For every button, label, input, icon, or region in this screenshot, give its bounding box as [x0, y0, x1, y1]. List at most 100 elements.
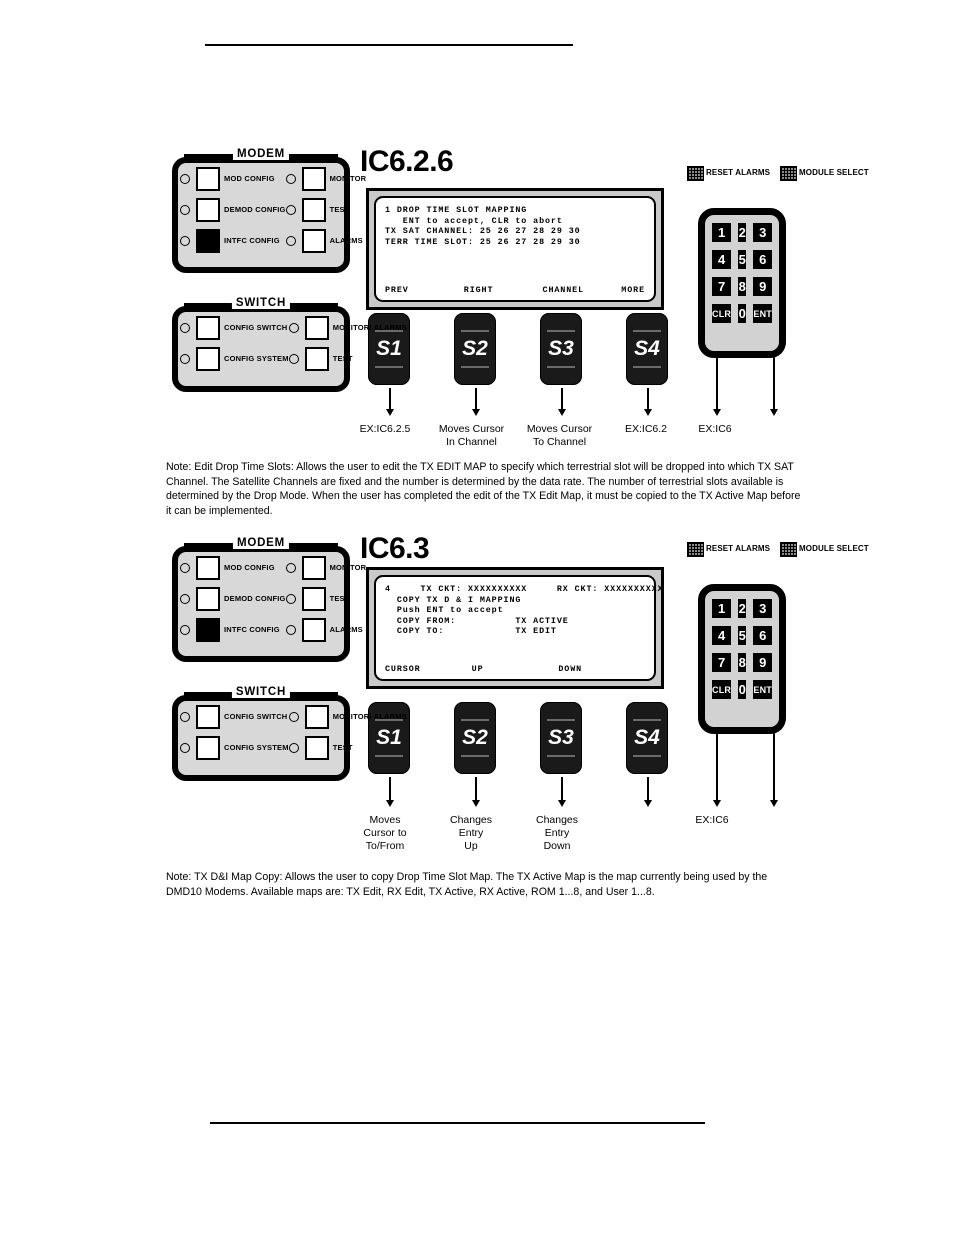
reset-alarms-key[interactable]: RESET ALARMS: [687, 542, 770, 557]
soft-button-s2[interactable]: S2: [454, 702, 496, 774]
led-indicator: [180, 594, 190, 604]
keycap-icon: [687, 542, 704, 557]
panel-button-test[interactable]: [304, 736, 329, 760]
key-4[interactable]: 4: [712, 250, 732, 269]
key-0[interactable]: 0: [738, 680, 747, 699]
led-indicator: [285, 625, 296, 635]
panel-button-config-switch[interactable]: [196, 705, 220, 729]
panel-title: MODEM: [232, 537, 290, 549]
key-6[interactable]: 6: [753, 250, 772, 269]
panel-row[interactable]: DEMOD CONFIG: [180, 587, 286, 611]
panel-row[interactable]: MOD CONFIG: [180, 556, 286, 580]
key-2[interactable]: 2: [738, 599, 747, 618]
panel-button-test[interactable]: [304, 347, 329, 371]
panel-title-bar-right: [288, 692, 338, 699]
key-1[interactable]: 1: [712, 599, 732, 618]
led-indicator: [285, 563, 296, 573]
panel-button-monitor-alarms[interactable]: [304, 316, 329, 340]
panel-title-bar-left: [184, 543, 234, 550]
key-7[interactable]: 7: [712, 277, 732, 296]
panel-button-config-switch[interactable]: [196, 316, 220, 340]
key-5[interactable]: 5: [738, 250, 747, 269]
panel-button-label: DEMOD CONFIG: [224, 594, 286, 604]
panel-row[interactable]: CONFIG SYSTEM: [180, 347, 289, 371]
panel-row[interactable]: MONITOR: [285, 556, 367, 580]
soft-button-label: S2: [462, 726, 488, 749]
reset-alarms-label: RESET ALARMS: [706, 544, 771, 554]
key-clear[interactable]: CLR: [712, 304, 732, 323]
key-enter[interactable]: ENT: [753, 304, 772, 323]
panel-button-intfc-config[interactable]: [196, 618, 220, 642]
module-select-key[interactable]: MODULE SELECT: [780, 166, 869, 181]
key-8[interactable]: 8: [738, 277, 747, 296]
panel-row[interactable]: INTFC CONFIG: [180, 229, 286, 253]
panel-button-rows: MOD CONFIG DEMOD CONFIG INTFC CONFIG MON…: [180, 556, 366, 650]
panel-button-demod-config[interactable]: [196, 198, 220, 222]
led-indicator: [288, 354, 299, 364]
panel-button-label: CONFIG SYSTEM: [224, 354, 289, 364]
panel-button-test[interactable]: [301, 587, 326, 611]
led-indicator: [288, 323, 299, 333]
key-7[interactable]: 7: [712, 653, 732, 672]
panel-button-alarms[interactable]: [301, 229, 326, 253]
top-keys-row: RESET ALARMS MODULE SELECT: [687, 166, 869, 181]
module-select-key[interactable]: MODULE SELECT: [780, 542, 869, 557]
key-5[interactable]: 5: [738, 626, 747, 645]
key-2[interactable]: 2: [738, 223, 747, 242]
panel-row[interactable]: CONFIG SWITCH: [180, 705, 289, 729]
panel-row[interactable]: ALARMS: [285, 618, 367, 642]
panel-row[interactable]: DEMOD CONFIG: [180, 198, 286, 222]
panel-row[interactable]: CONFIG SYSTEM: [180, 736, 289, 760]
panel-row[interactable]: CONFIG SWITCH: [180, 316, 289, 340]
led-indicator: [180, 174, 190, 184]
panel-button-label: INTFC CONFIG: [224, 625, 280, 635]
lcd-softkey-label: MORE: [621, 285, 646, 295]
panel-row[interactable]: MONITOR: [285, 167, 367, 191]
panel-column-right: MONITOR TEST ALARMS: [285, 167, 367, 261]
key-8[interactable]: 8: [738, 653, 747, 672]
soft-button-s3[interactable]: S3: [540, 313, 582, 385]
panel-button-demod-config[interactable]: [196, 587, 220, 611]
panel-button-label: MONITOR: [329, 563, 367, 573]
panel-row[interactable]: MONITOR/ ALARMS: [288, 705, 407, 729]
panel-button-config-system[interactable]: [196, 736, 220, 760]
callout-s3: Moves Cursor To Channel: [526, 423, 593, 448]
soft-button-s4[interactable]: S4: [626, 313, 668, 385]
panel-row[interactable]: ALARMS: [285, 229, 367, 253]
panel-button-label: MOD CONFIG: [224, 563, 275, 573]
panel-button-mod-config[interactable]: [196, 556, 220, 580]
panel-button-intfc-config[interactable]: [196, 229, 220, 253]
key-9[interactable]: 9: [753, 653, 772, 672]
panel-button-mod-config[interactable]: [196, 167, 220, 191]
soft-button-s2[interactable]: S2: [454, 313, 496, 385]
callout-s3: Changes Entry Down: [535, 814, 579, 852]
panel-row[interactable]: TEST: [285, 198, 367, 222]
reset-alarms-key[interactable]: RESET ALARMS: [687, 166, 770, 181]
soft-button-label: S1: [376, 337, 402, 360]
panel-row[interactable]: TEST: [285, 587, 367, 611]
panel-button-monitor[interactable]: [301, 556, 326, 580]
key-clear[interactable]: CLR: [712, 680, 732, 699]
key-enter[interactable]: ENT: [753, 680, 772, 699]
led-indicator: [180, 323, 190, 333]
panel-row[interactable]: MONITOR/ ALARMS: [288, 316, 407, 340]
panel-row[interactable]: MOD CONFIG: [180, 167, 286, 191]
key-6[interactable]: 6: [753, 626, 772, 645]
panel-button-alarms[interactable]: [301, 618, 326, 642]
soft-button-s4[interactable]: S4: [626, 702, 668, 774]
lcd-line: Push ENT to accept: [385, 605, 504, 615]
key-4[interactable]: 4: [712, 626, 732, 645]
panel-button-monitor-alarms[interactable]: [304, 705, 329, 729]
panel-button-test[interactable]: [301, 198, 326, 222]
panel-button-config-system[interactable]: [196, 347, 220, 371]
led-indicator: [285, 236, 296, 246]
key-9[interactable]: 9: [753, 277, 772, 296]
key-0[interactable]: 0: [738, 304, 747, 323]
key-1[interactable]: 1: [712, 223, 732, 242]
panel-row[interactable]: INTFC CONFIG: [180, 618, 286, 642]
key-3[interactable]: 3: [753, 599, 772, 618]
soft-button-s3[interactable]: S3: [540, 702, 582, 774]
module-select-label: MODULE SELECT: [799, 544, 869, 554]
panel-button-monitor[interactable]: [301, 167, 326, 191]
key-3[interactable]: 3: [753, 223, 772, 242]
